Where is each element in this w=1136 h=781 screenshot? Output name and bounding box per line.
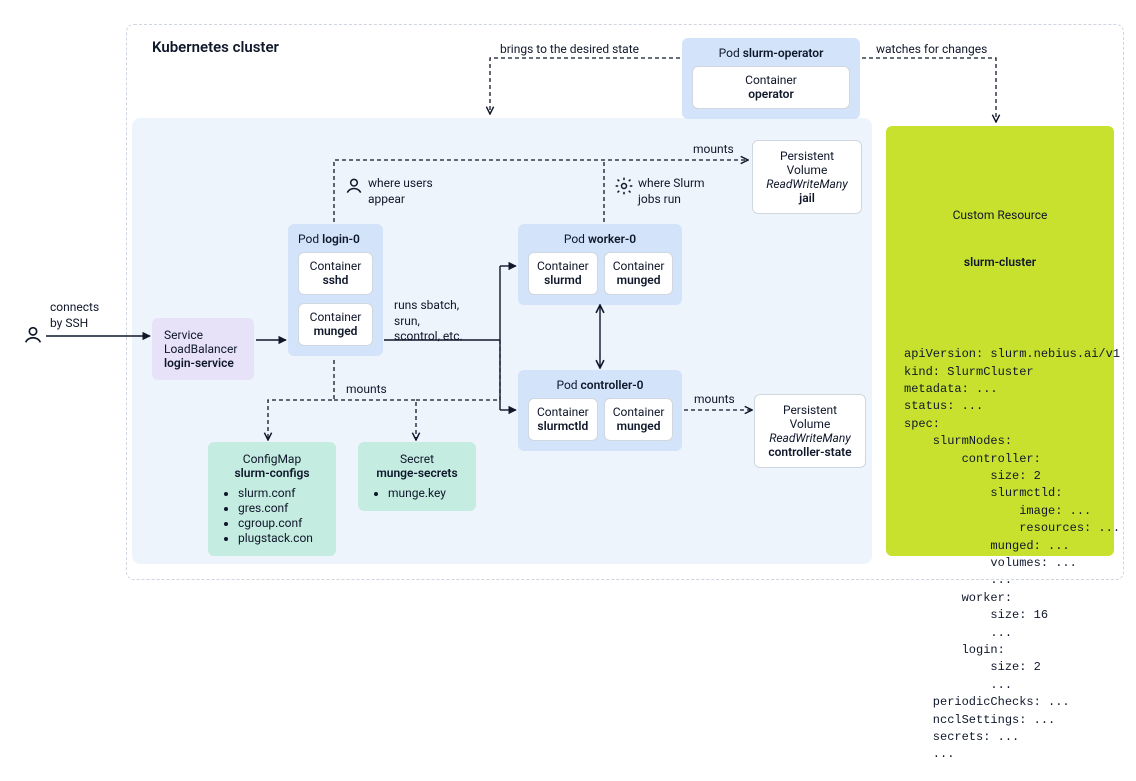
label-connects-ssh: connects by SSH (50, 300, 99, 331)
pv-controller-state: Persistent Volume ReadWriteMany controll… (754, 394, 866, 468)
pod-name: login-0 (322, 232, 360, 246)
cluster-title: Kubernetes cluster (152, 38, 279, 56)
pod-login-0: Pod login-0 Container sshd Container mun… (288, 224, 383, 356)
pod-type: Pod (564, 232, 585, 246)
cm-items: slurm.conf gres.conf cgroup.conf plugsta… (220, 486, 324, 545)
pod-type: Pod (556, 378, 577, 392)
label-watches: watches for changes (876, 42, 987, 58)
pv-line1: Persistent Volume (765, 403, 855, 431)
cr-type: Custom Resource (904, 208, 1096, 224)
pod-name: worker-0 (588, 232, 636, 246)
label-mounts-ctrl: mounts (694, 392, 735, 408)
service-login: Service LoadBalancer login-service (152, 318, 254, 380)
user-icon (22, 324, 44, 349)
cr-yaml: apiVersion: slurm.nebius.ai/v1 kind: Slu… (904, 346, 1096, 763)
container-munged-login: Container munged (298, 303, 373, 346)
pod-slurm-operator: Pod slurm-operator Container operator (682, 38, 860, 119)
users-icon (344, 176, 364, 199)
pv-jail: Persistent Volume ReadWriteMany jail (752, 140, 862, 214)
secret-type: Secret (370, 452, 464, 466)
pod-type: Pod (719, 46, 740, 60)
cr-name: slurm-cluster (904, 255, 1096, 271)
container-sshd: Container sshd (298, 252, 373, 295)
label-mounts-top: mounts (693, 142, 734, 158)
pv-line2: ReadWriteMany (763, 177, 851, 191)
pod-name: controller-0 (581, 378, 644, 392)
gear-icon (614, 176, 634, 199)
secret-munge: Secret munge-secrets munge.key (358, 442, 476, 511)
service-name: login-service (164, 356, 242, 370)
label-runs-cmds: runs sbatch, srun, scontrol, etc. (394, 298, 463, 345)
container-slurmd: Container slurmd (528, 252, 598, 295)
cm-name: slurm-configs (220, 466, 324, 480)
service-kind: LoadBalancer (164, 342, 242, 356)
pv-name: jail (763, 191, 851, 205)
configmap-slurm-configs: ConfigMap slurm-configs slurm.conf gres.… (208, 442, 336, 556)
pod-controller-0: Pod controller-0 Container slurmctld Con… (518, 370, 682, 451)
pod-worker-0: Pod worker-0 Container slurmd Container … (518, 224, 682, 305)
cm-type: ConfigMap (220, 452, 324, 466)
container-munged-ctrl: Container munged (604, 398, 674, 441)
container-munged-worker: Container munged (604, 252, 674, 295)
pv-name: controller-state (765, 445, 855, 459)
label-where-jobs: where Slurm jobs run (638, 176, 705, 207)
container-slurmctld: Container slurmctld (528, 398, 598, 441)
service-type: Service (164, 328, 242, 342)
label-where-users: where users appear (368, 176, 433, 207)
pod-name: slurm-operator (743, 46, 824, 60)
pod-type: Pod (298, 232, 319, 246)
pv-line2: ReadWriteMany (765, 431, 855, 445)
custom-resource-slurm-cluster: Custom Resource slurm-cluster apiVersion… (886, 126, 1114, 556)
label-mounts-left: mounts (346, 382, 387, 398)
secret-items: munge.key (370, 486, 464, 500)
pv-line1: Persistent Volume (763, 149, 851, 177)
label-brings-state: brings to the desired state (500, 42, 639, 58)
secret-name: munge-secrets (370, 466, 464, 480)
container-operator: Container operator (692, 66, 850, 109)
